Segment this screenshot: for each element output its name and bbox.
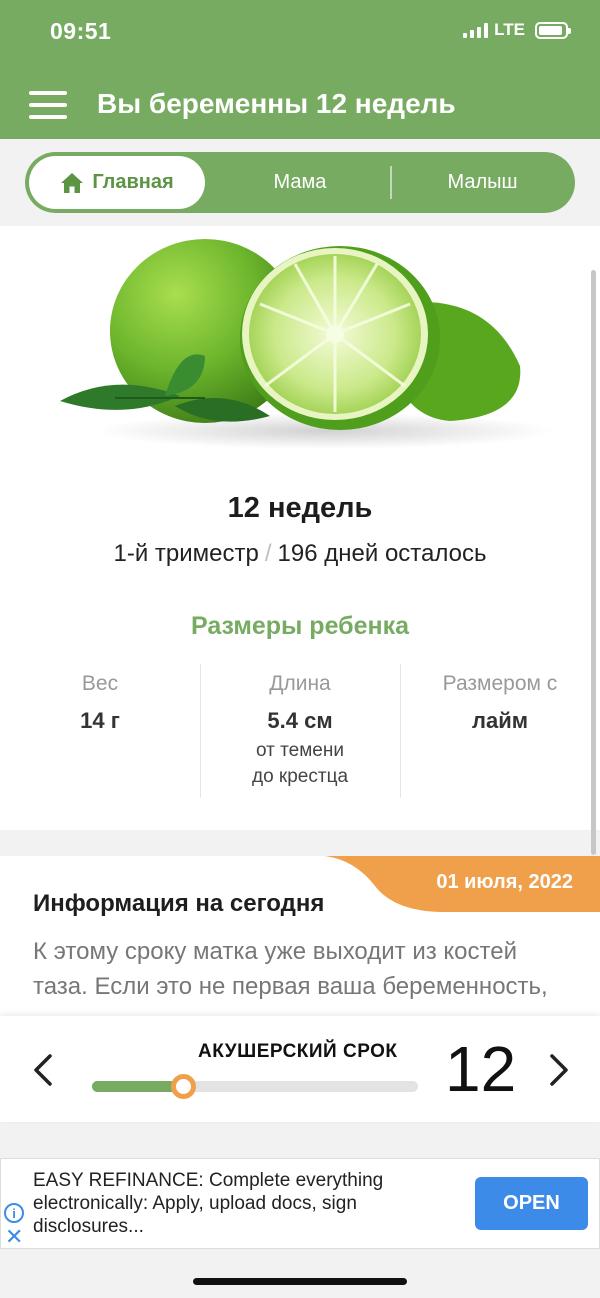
subtitle-separator: / (264, 540, 272, 567)
info-icon[interactable]: i (4, 1203, 24, 1223)
term-label: АКУШЕРСКИЙ СРОК (198, 1041, 398, 1062)
stat-length-note-2: до крестца (251, 766, 349, 787)
scrollbar[interactable] (591, 270, 596, 855)
status-icons: LTE (463, 20, 571, 40)
stat-weight-value: 14 г (80, 708, 120, 733)
stat-size-label: Размером с (442, 672, 558, 695)
week-number: 12 (445, 1033, 517, 1105)
stat-weight: Вес 14 г (0, 664, 200, 798)
days-left-text: 196 дней осталось (277, 540, 487, 567)
signal-icon (463, 22, 489, 38)
battery-icon (535, 21, 571, 39)
stat-length-label: Длина (269, 672, 331, 695)
network-type: LTE (494, 20, 525, 39)
ad-open-button[interactable]: OPEN (475, 1177, 588, 1230)
baby-sizes-title: Размеры ребенка (190, 612, 410, 640)
tab-baby-label: Малыш (447, 171, 518, 193)
tab-home-label: Главная (92, 171, 174, 193)
home-indicator[interactable] (193, 1278, 407, 1285)
slider-thumb[interactable] (171, 1074, 197, 1099)
page-title: Вы беременны 12 недель (97, 88, 456, 119)
info-date: 01 июля, 2022 (436, 871, 573, 893)
stat-length: Длина 5.4 см от темени до крестца (200, 664, 400, 798)
main-tabs: Главная Мама Малыш (25, 152, 575, 213)
ad-text: EASY REFINANCE: Complete everything elec… (33, 1170, 384, 1237)
close-icon[interactable]: ✕ (5, 1226, 23, 1248)
trimester-text: 1-й триместр (113, 540, 259, 567)
stat-size-value: лайм (471, 708, 528, 733)
week-slider[interactable] (92, 1074, 418, 1099)
tab-divider (390, 166, 392, 199)
chevron-left-icon[interactable] (30, 1053, 56, 1087)
lime-illustration (60, 239, 555, 449)
stat-weight-label: Вес (81, 672, 119, 695)
status-time: 09:51 (50, 18, 112, 44)
tab-mama[interactable]: Мама (225, 152, 375, 213)
info-card[interactable]: 01 июля, 2022 Информация на сегодня К эт… (0, 856, 600, 1016)
slider-fill (92, 1081, 184, 1092)
term-selector: АКУШЕРСКИЙ СРОК 12 (0, 1016, 600, 1122)
week-subtitle: 1-й триместр/196 дней осталось (0, 540, 600, 568)
baby-stats: Вес 14 г Длина 5.4 см от темени до крест… (0, 664, 600, 798)
stat-size: Размером с лайм (400, 664, 600, 798)
week-card: 12 недель 1-й триместр/196 дней осталось… (0, 226, 600, 830)
stat-length-note-1: от темени (256, 740, 344, 761)
info-title: Информация на сегодня (33, 890, 325, 917)
tab-home[interactable]: Главная (29, 156, 205, 209)
week-title: 12 недель (227, 492, 373, 524)
info-text: К этому сроку матка уже выходит из косте… (33, 938, 548, 1000)
app-header: 09:51 LTE Вы беременны 12 недель (0, 0, 600, 139)
hamburger-menu-icon[interactable] (29, 91, 67, 119)
ad-banner[interactable]: i ✕ EASY REFINANCE: Complete everything … (0, 1158, 600, 1249)
stat-length-value: 5.4 см (267, 708, 333, 733)
tab-mama-label: Мама (273, 171, 327, 193)
tab-baby[interactable]: Малыш (405, 152, 560, 213)
chevron-right-icon[interactable] (546, 1053, 572, 1087)
home-icon (61, 172, 84, 193)
